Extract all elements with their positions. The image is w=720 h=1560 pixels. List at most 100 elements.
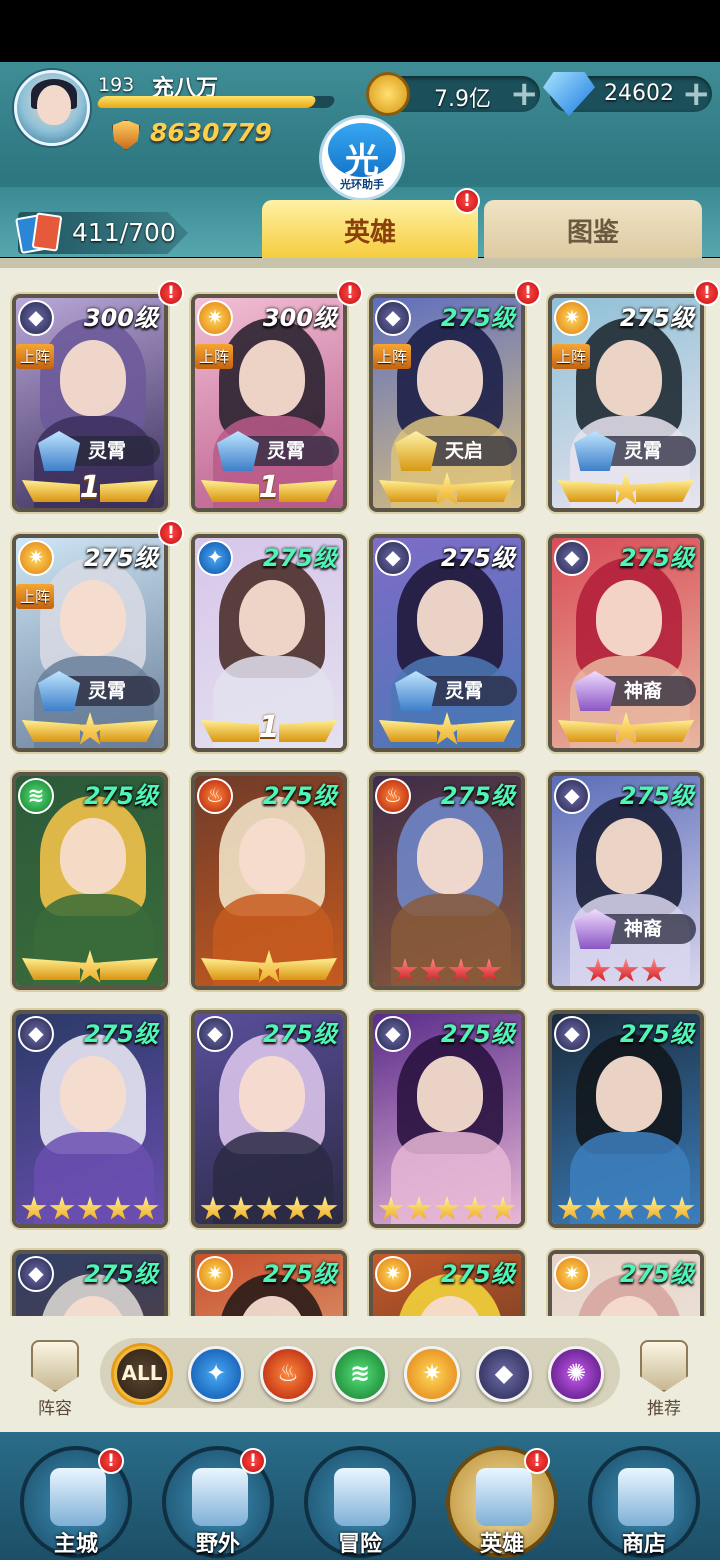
hero-face: [417, 580, 483, 656]
on-team-tag: 上阵: [373, 344, 412, 369]
dark-element-icon: ◆: [197, 1016, 233, 1052]
winged-star-badge: 1: [22, 470, 158, 508]
lineup-label: 阵容: [38, 1399, 72, 1419]
nav-adventure[interactable]: 冒险: [304, 1446, 416, 1558]
hero-card[interactable]: ✷ 275级: [191, 1250, 347, 1316]
add-diamond-button[interactable]: +: [682, 74, 711, 114]
hero-card[interactable]: ◆ 275级 上阵 天启: [369, 294, 525, 512]
wing-number: 1: [258, 470, 280, 505]
hero-level: 275级: [83, 1020, 158, 1048]
filter-bar: 阵容 ALL ✦ ♨ ≋ ✷ ◆ ✺ 推荐: [0, 1316, 720, 1432]
hero-level: 275级: [262, 1260, 337, 1288]
right-wing-icon: [457, 720, 515, 742]
light-element-icon: ✷: [421, 1359, 443, 1387]
hero-card[interactable]: ✷ 275级: [548, 1250, 704, 1316]
hero-card[interactable]: ♨ 275级: [369, 772, 525, 990]
on-team-tag: 上阵: [16, 584, 55, 609]
dark-element-icon: ◆: [18, 1256, 54, 1292]
hero-card[interactable]: ✷ 275级 上阵 灵霄: [548, 294, 704, 512]
hero-card[interactable]: ✷ 275级: [369, 1250, 525, 1316]
left-wing-icon: [379, 480, 437, 502]
filter-fire-button[interactable]: ♨: [260, 1346, 316, 1402]
star-rating: [373, 1196, 521, 1224]
hero-card[interactable]: ◆ 275级: [12, 1010, 168, 1228]
hero-face: [596, 818, 662, 894]
shop-icon: [618, 1468, 674, 1526]
filter-wind-button[interactable]: ≋: [332, 1346, 388, 1402]
hero-card[interactable]: ◆ 300级 上阵 灵霄 1: [12, 294, 168, 512]
wind-element-icon: ≋: [18, 778, 54, 814]
winged-star-badge: [379, 712, 515, 748]
filter-all-button[interactable]: ALL: [114, 1346, 170, 1402]
hero-alert-badge: !: [158, 280, 184, 306]
dark-element-icon: ◆: [18, 1016, 54, 1052]
wing-number: 1: [258, 710, 280, 745]
hero-face: [239, 340, 305, 416]
winged-star-badge: 1: [201, 710, 337, 748]
halo-helper-button[interactable]: 光 光环助手: [322, 118, 402, 198]
dark-element-icon: ◆: [554, 1016, 590, 1052]
star-icon: [228, 1196, 254, 1220]
dark-element-icon: ◆: [375, 540, 411, 576]
hero-level: 300级: [83, 304, 158, 332]
hero-card[interactable]: ✷ 300级 上阵 灵霄 1: [191, 294, 347, 512]
hero-level: 275级: [440, 1260, 515, 1288]
wing-number: 1: [79, 470, 101, 505]
filter-dark-button[interactable]: ◆: [476, 1346, 532, 1402]
tab-codex[interactable]: 图鉴: [484, 200, 702, 260]
nav-shop[interactable]: 商店: [588, 1446, 700, 1558]
hero-card[interactable]: ✷ 275级 上阵 灵霄: [12, 534, 168, 752]
light-element-icon: ✷: [18, 540, 54, 576]
combat-power: 8630779: [150, 118, 272, 147]
dark-element-icon: ◆: [375, 300, 411, 336]
hero-card[interactable]: ◆ 275级 神裔: [548, 534, 704, 752]
hero-card[interactable]: ◆ 275级 神裔: [548, 772, 704, 990]
nav-alert-badge: !: [240, 1448, 266, 1474]
hero-level: 275级: [619, 304, 694, 332]
star-icon: [669, 1196, 695, 1220]
recommend-label: 推荐: [647, 1399, 681, 1419]
hero-level: 275级: [83, 544, 158, 572]
hero-card[interactable]: ◆ 275级: [369, 1010, 525, 1228]
hero-grid: ◆ 300级 上阵 灵霄 1! ✷ 300级 上阵 灵霄 1! ◆ 275级 上阵 天启! ✷ 275级 上阵灵…: [0, 258, 720, 1316]
winged-star-badge: [558, 472, 694, 508]
hero-face: [417, 818, 483, 894]
right-wing-icon: [279, 720, 337, 742]
hero-level: 275级: [262, 1020, 337, 1048]
recommend-button[interactable]: 推荐: [632, 1340, 696, 1419]
filter-chaos-button[interactable]: ✺: [548, 1346, 604, 1402]
star-icon: [77, 1196, 103, 1220]
portal-icon: [192, 1468, 248, 1526]
add-gold-button[interactable]: +: [510, 74, 539, 114]
winged-star-badge: 1: [201, 470, 337, 508]
star-icon: [284, 1196, 310, 1220]
hero-card[interactable]: ◆ 275级: [191, 1010, 347, 1228]
filter-light-button[interactable]: ✷: [404, 1346, 460, 1402]
hero-card[interactable]: ♨ 275级: [191, 772, 347, 990]
lineup-button[interactable]: 阵容: [22, 1340, 88, 1419]
hero-face: [60, 818, 126, 894]
hero-card[interactable]: ◆ 275级: [12, 1250, 168, 1316]
hero-card[interactable]: ✦ 275级 1: [191, 534, 347, 752]
filter-water-button[interactable]: ✦: [188, 1346, 244, 1402]
star-icon: [21, 1196, 47, 1220]
hero-face: [239, 1056, 305, 1132]
dark-element-icon: ◆: [494, 1359, 514, 1387]
hero-face: [596, 340, 662, 416]
star-icon: [557, 1196, 583, 1220]
hero-card[interactable]: ◆ 275级 灵霄: [369, 534, 525, 752]
hero-card[interactable]: ≋ 275级: [12, 772, 168, 990]
star-rating: [16, 1196, 164, 1224]
hero-level: 275级: [619, 544, 694, 572]
star-icon: [378, 1196, 404, 1220]
hero-face: [60, 1056, 126, 1132]
hero-card[interactable]: ◆ 275级: [548, 1010, 704, 1228]
winged-star-badge: [379, 472, 515, 508]
tab-heroes[interactable]: 英雄: [262, 200, 478, 260]
nav-alert-badge: !: [524, 1448, 550, 1474]
fire-element-icon: ♨: [375, 778, 411, 814]
hero-level: 275级: [440, 1020, 515, 1048]
star-icon: [392, 958, 418, 982]
hero-face: [596, 1056, 662, 1132]
player-avatar[interactable]: [14, 70, 90, 146]
